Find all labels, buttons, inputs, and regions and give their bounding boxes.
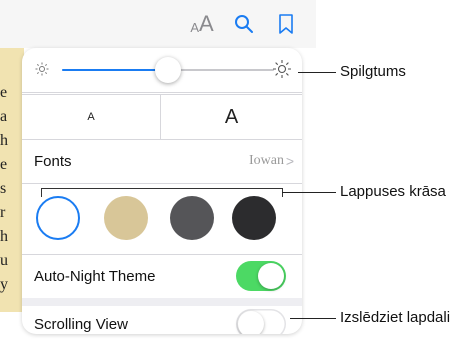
toggle-knob <box>238 311 264 334</box>
book-text-line: u <box>0 252 8 269</box>
auto-night-row: Auto-Night Theme <box>22 254 302 299</box>
scrolling-view-row: Scrolling View <box>22 298 302 334</box>
book-text-line: r <box>0 204 6 221</box>
book-text-line: s <box>0 180 7 197</box>
book-text-line: a <box>0 108 8 125</box>
theme-swatch-sepia[interactable] <box>104 196 148 240</box>
scrolling-view-toggle[interactable] <box>236 309 286 334</box>
font-size-row: A A <box>22 94 302 140</box>
brightness-slider-knob[interactable] <box>155 57 181 83</box>
brightness-row <box>22 48 302 93</box>
book-text-line: e <box>0 156 8 173</box>
decrease-font-label: A <box>87 111 95 123</box>
increase-font-label: A <box>224 105 239 128</box>
theme-swatch-night[interactable] <box>232 196 276 240</box>
auto-night-toggle[interactable] <box>236 261 286 291</box>
page-color-bracket <box>41 188 283 197</box>
callout-page-color: Lappuses krāsa <box>340 183 446 200</box>
book-text-line: e <box>0 84 8 101</box>
search-icon <box>235 15 253 33</box>
increase-font-button[interactable]: A <box>161 95 302 139</box>
callout-line <box>282 192 336 193</box>
decrease-font-button[interactable]: A <box>22 95 160 139</box>
toggle-knob <box>258 263 284 289</box>
fonts-value: Iowan <box>249 153 284 168</box>
theme-swatch-white[interactable] <box>36 196 80 240</box>
font-size-icon: A <box>190 19 199 35</box>
callout-paging: Izslēdziet lapdali <box>340 309 451 326</box>
fonts-label: Fonts <box>34 152 72 170</box>
brightness-low-icon <box>35 62 49 76</box>
auto-night-label: Auto-Night Theme <box>34 267 156 285</box>
book-text-line: y <box>0 276 8 293</box>
book-text-line: h <box>0 228 8 245</box>
brightness-slider-fill <box>62 69 168 71</box>
chevron-right-icon: > <box>285 153 294 169</box>
theme-swatch-gray[interactable] <box>170 196 214 240</box>
scrolling-view-label: Scrolling View <box>34 315 128 333</box>
book-text-line: h <box>0 132 8 149</box>
callout-line <box>298 72 336 73</box>
search-button[interactable] <box>232 10 256 38</box>
callout-line <box>290 318 336 319</box>
callout-brightness: Spilgtums <box>340 63 406 80</box>
font-size-button[interactable]: AA <box>184 10 220 38</box>
brightness-high-icon <box>273 60 291 78</box>
fonts-row[interactable]: Fonts Iowan > <box>22 139 302 184</box>
bookmark-icon <box>279 14 293 34</box>
toolbar: AA <box>0 0 316 48</box>
bookmark-button[interactable] <box>276 10 296 38</box>
